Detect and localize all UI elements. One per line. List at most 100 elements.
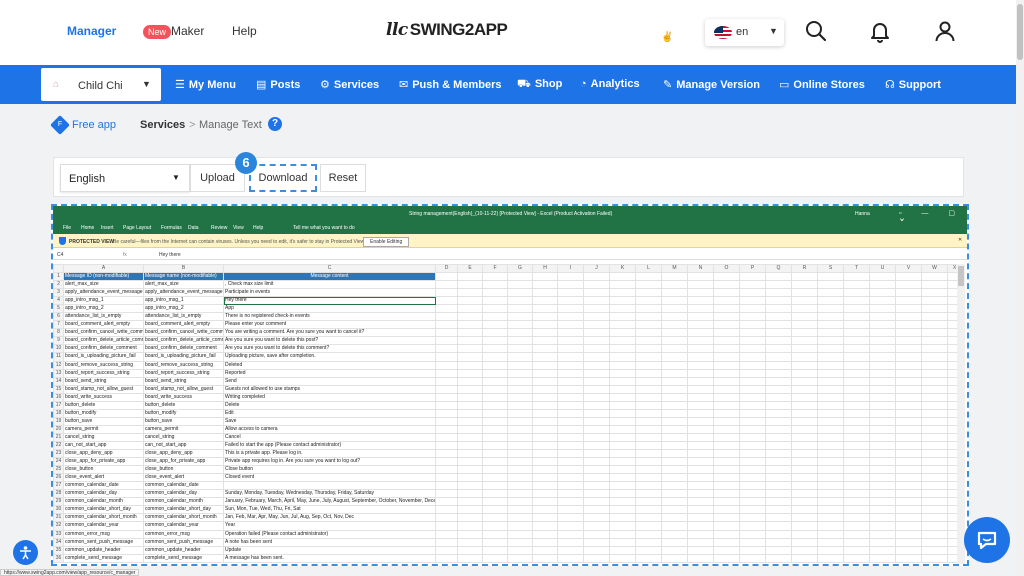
- empty-cell: [765, 384, 792, 394]
- empty-cell: [635, 505, 662, 515]
- empty-cell: [817, 360, 844, 370]
- nav-my-menu[interactable]: ☰ My Menu: [175, 78, 236, 91]
- language-dropdown[interactable]: English ▼: [60, 164, 190, 192]
- table-cell: Delete: [223, 400, 436, 410]
- table-row: 7 board_comment_alert_empty board_comment_…: [53, 320, 962, 330]
- empty-cell: [791, 360, 818, 370]
- help-icon[interactable]: ?: [268, 117, 282, 131]
- nav-posts[interactable]: ▤ Posts: [256, 78, 300, 91]
- empty-cell: [482, 360, 508, 370]
- search-icon[interactable]: [804, 19, 828, 43]
- empty-cell: [817, 344, 844, 354]
- empty-cell: [895, 440, 922, 451]
- empty-cell: [869, 368, 896, 378]
- empty-cell: [921, 481, 948, 491]
- empty-cell: [843, 296, 870, 306]
- nav-push-members[interactable]: ✉ Push & Members: [399, 78, 501, 91]
- empty-cell: [482, 384, 508, 394]
- empty-cell: [843, 392, 870, 402]
- empty-cell: [557, 489, 584, 499]
- empty-cell: [869, 376, 896, 386]
- empty-cell: [635, 424, 662, 434]
- empty-cell: [843, 521, 870, 531]
- empty-cell: [532, 328, 558, 338]
- empty-cell: [739, 489, 766, 499]
- table-cell: board_confirm_delete_comment: [63, 344, 144, 354]
- page-scrollbar[interactable]: [1016, 0, 1024, 576]
- breadcrumb-services[interactable]: Services: [140, 119, 185, 131]
- row-number: 36: [53, 553, 64, 563]
- empty-cell: [843, 288, 870, 298]
- empty-cell: [482, 489, 508, 499]
- empty-cell: [532, 513, 558, 523]
- empty-cell: [843, 368, 870, 378]
- empty-cell: [843, 457, 870, 467]
- table-row: 27 common_calendar_date common_calendar_da…: [53, 481, 962, 491]
- scrollbar-thumb[interactable]: [1017, 4, 1023, 60]
- empty-cell: [557, 473, 584, 483]
- table-row: 15 board_stamp_not_allow_guest board_stamp…: [53, 384, 962, 394]
- table-cell: There is no registered check-in events: [223, 312, 436, 322]
- empty-cell: [687, 537, 714, 547]
- row-number: 18: [53, 408, 64, 418]
- chat-support-button[interactable]: [964, 517, 1010, 563]
- home-icon: ⌂: [53, 79, 60, 90]
- nav-help-link[interactable]: Help: [232, 24, 257, 38]
- empty-cell: [739, 360, 766, 370]
- app-selector[interactable]: ⌂ Child Chi ▼: [41, 68, 161, 101]
- empty-cell: [713, 505, 740, 515]
- row-number: 14: [53, 376, 64, 386]
- breadcrumb-free-app[interactable]: Free app: [72, 119, 116, 131]
- nav-manage-version[interactable]: ✎ Manage Version: [663, 78, 760, 91]
- empty-cell: [843, 513, 870, 523]
- empty-cell: [817, 537, 844, 547]
- empty-cell: [532, 384, 558, 394]
- empty-cell: [817, 312, 844, 322]
- empty-cell: [687, 360, 714, 370]
- empty-cell: [765, 352, 792, 362]
- bell-icon[interactable]: [868, 19, 892, 43]
- empty-cell: [435, 408, 458, 418]
- empty-cell: [661, 312, 688, 322]
- language-selector[interactable]: en ▼: [705, 19, 784, 46]
- download-button[interactable]: Download: [249, 164, 317, 192]
- swing2app-logo[interactable]: llc SWING2APP: [386, 20, 508, 40]
- accessibility-button[interactable]: [13, 540, 38, 565]
- nav-services[interactable]: ⚙ Services: [320, 78, 379, 91]
- empty-cell: [457, 288, 483, 298]
- empty-cell: [635, 440, 662, 451]
- empty-cell: [791, 457, 818, 467]
- ribbon-tab: Help: [253, 225, 264, 231]
- empty-cell: [532, 521, 558, 531]
- new-badge: New: [143, 25, 172, 39]
- nav-online-stores[interactable]: ▭ Online Stores: [779, 78, 865, 91]
- nav-manager-link[interactable]: Manager: [67, 24, 116, 38]
- header-cell: Message name (non-modifiable): [143, 271, 224, 282]
- empty-cell: [765, 521, 792, 531]
- empty-cell: [435, 424, 458, 434]
- protected-view-label: PROTECTED VIEW: [69, 239, 115, 245]
- empty-cell: [765, 296, 792, 306]
- empty-cell: [435, 344, 458, 354]
- empty-cell: [532, 352, 558, 362]
- empty-cell: [687, 320, 714, 330]
- empty-cell: [895, 360, 922, 370]
- nav-support[interactable]: ☊ Support: [885, 78, 941, 91]
- empty-cell: [457, 271, 483, 282]
- empty-cell: [635, 521, 662, 531]
- nav-shop[interactable]: ⛟ Shop: [517, 78, 562, 92]
- empty-cell: [583, 505, 610, 515]
- empty-cell: [482, 457, 508, 467]
- empty-cell: [482, 529, 508, 539]
- table-cell: cancel_string: [63, 432, 144, 442]
- reset-button[interactable]: Reset: [320, 164, 366, 192]
- empty-cell: [791, 304, 818, 314]
- user-icon[interactable]: [933, 19, 957, 43]
- empty-cell: [635, 352, 662, 362]
- empty-cell: [507, 400, 533, 410]
- nav-analytics[interactable]: ◔ Analytics: [580, 78, 640, 90]
- empty-cell: [507, 280, 533, 290]
- empty-cell: [765, 304, 792, 314]
- nav-maker-link[interactable]: Maker: [171, 24, 204, 38]
- empty-cell: [739, 537, 766, 547]
